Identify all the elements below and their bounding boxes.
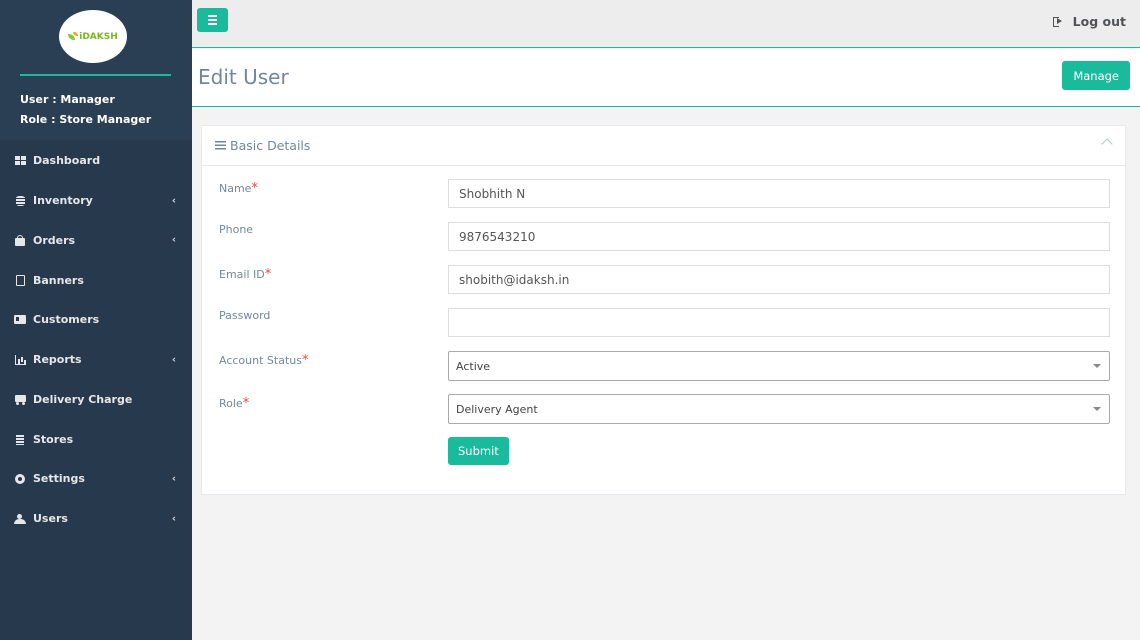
chevron-left-icon: ‹: [171, 234, 176, 246]
building-icon: [14, 433, 26, 445]
password-label: Password: [219, 309, 271, 322]
required-mark: *: [251, 181, 258, 196]
leaf-logo-icon: [68, 32, 79, 41]
role-label: Role*: [219, 396, 250, 411]
submit-button[interactable]: Submit: [448, 437, 509, 465]
phone-field[interactable]: 9876543210: [448, 222, 1110, 251]
account-status-select[interactable]: Active: [448, 351, 1110, 381]
bar-chart-icon: [14, 354, 26, 366]
user-name-line: User : Manager: [20, 93, 115, 106]
chevron-left-icon: ‹: [171, 354, 176, 366]
sidebar-item-orders[interactable]: Orders ‹: [0, 221, 192, 261]
sidebar-divider: [20, 74, 171, 76]
database-icon: [14, 195, 26, 207]
sidebar-item-banners[interactable]: Banners: [0, 260, 192, 300]
sidebar: iDAKSH User : Manager Role : Store Manag…: [0, 0, 192, 640]
role-select[interactable]: Delivery Agent: [448, 394, 1110, 424]
sidebar-item-label: Settings: [33, 472, 85, 486]
sidebar-item-label: Reports: [33, 353, 82, 367]
manage-button[interactable]: Manage: [1062, 61, 1130, 90]
sidebar-item-label: Stores: [33, 432, 74, 446]
name-field[interactable]: Shobhith N: [448, 179, 1110, 208]
page-title: Edit User: [198, 65, 289, 89]
list-icon: [215, 141, 226, 150]
basic-details-panel: Basic Details Name* Shobhith N Phone 987…: [201, 125, 1126, 495]
sidebar-item-dashboard[interactable]: Dashboard: [0, 141, 192, 181]
logout-label: Log out: [1072, 14, 1126, 29]
panel-header: Basic Details: [202, 126, 1125, 166]
chevron-left-icon: ‹: [171, 195, 176, 207]
caret-down-icon: [1093, 364, 1101, 368]
sidebar-item-users[interactable]: Users ‹: [0, 499, 192, 539]
file-image-icon: [14, 274, 26, 286]
sidebar-item-label: Dashboard: [33, 154, 101, 168]
dashboard-icon: [14, 155, 26, 167]
id-card-icon: [14, 314, 26, 326]
caret-down-icon: [1093, 407, 1101, 411]
sidebar-item-label: Users: [33, 512, 68, 526]
logout-link[interactable]: Log out: [1052, 14, 1126, 29]
sidebar-item-settings[interactable]: Settings ‹: [0, 459, 192, 499]
required-mark: *: [264, 267, 272, 282]
shopping-bag-icon: [14, 234, 26, 246]
sidebar-item-delivery-charge[interactable]: Delivery Charge: [0, 380, 192, 420]
sidebar-nav: Dashboard Inventory ‹ Orders ‹ Banners C…: [0, 141, 192, 539]
top-bar: Log out: [192, 0, 1140, 48]
required-mark: *: [301, 353, 309, 368]
sidebar-item-label: Orders: [33, 233, 76, 247]
hamburger-icon: [208, 15, 217, 17]
role-value: Delivery Agent: [456, 402, 538, 416]
sidebar-item-label: Delivery Charge: [33, 392, 133, 406]
user-info: User : Manager Role : Store Manager: [20, 90, 151, 130]
sidebar-item-reports[interactable]: Reports ‹: [0, 340, 192, 380]
email-label: Email ID*: [219, 267, 272, 282]
chevron-left-icon: ‹: [171, 473, 176, 485]
users-icon: [14, 513, 26, 525]
brand-logo-text: iDAKSH: [79, 31, 118, 42]
page-header: Edit User Manage: [192, 49, 1140, 107]
chevron-left-icon: ‹: [171, 513, 176, 525]
account-status-label: Account Status*: [219, 353, 309, 368]
name-label: Name*: [219, 181, 258, 196]
brand-logo[interactable]: iDAKSH: [59, 10, 127, 63]
phone-label: Phone: [219, 223, 254, 236]
chevron-up-icon[interactable]: [1101, 138, 1113, 150]
account-status-value: Active: [456, 359, 491, 373]
sidebar-item-customers[interactable]: Customers: [0, 300, 192, 340]
password-field[interactable]: [448, 308, 1110, 337]
sidebar-item-inventory[interactable]: Inventory ‹: [0, 181, 192, 221]
sidebar-item-stores[interactable]: Stores: [0, 419, 192, 459]
sign-out-icon: [1052, 16, 1065, 28]
panel-title: Basic Details: [230, 138, 311, 153]
email-field[interactable]: shobith@idaksh.in: [448, 265, 1110, 294]
gear-icon: [14, 473, 26, 485]
truck-icon: [14, 393, 26, 405]
menu-toggle-button[interactable]: [197, 8, 228, 32]
sidebar-item-label: Inventory: [33, 194, 93, 208]
user-role-line: Role : Store Manager: [20, 113, 152, 126]
required-mark: *: [242, 396, 250, 411]
sidebar-item-label: Banners: [33, 273, 84, 287]
sidebar-item-label: Customers: [33, 313, 100, 327]
